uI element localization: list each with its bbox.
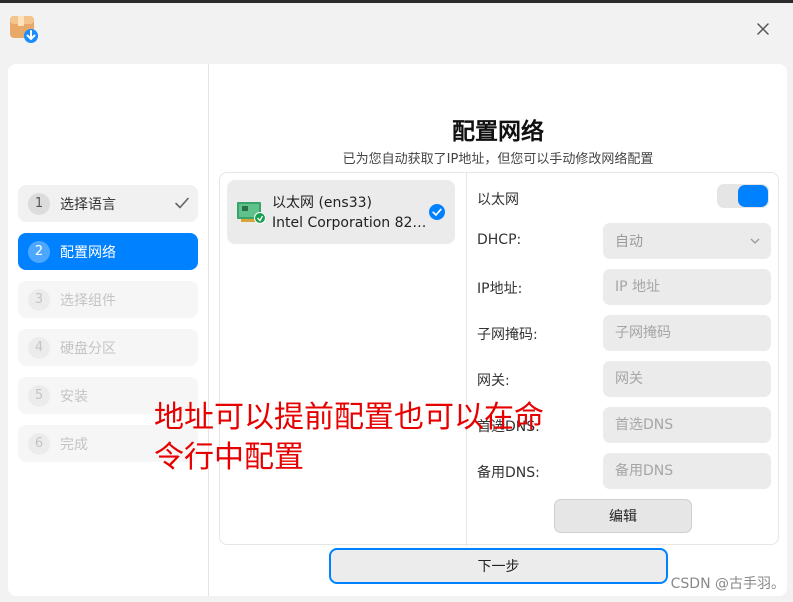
step-select-components[interactable]: 3 选择组件 bbox=[18, 281, 198, 318]
ip-label: IP地址: bbox=[477, 281, 523, 297]
close-icon[interactable] bbox=[749, 15, 777, 43]
step-label: 安装 bbox=[60, 388, 88, 405]
step-label: 选择组件 bbox=[60, 292, 116, 309]
window-top-border bbox=[0, 0, 793, 3]
red-annotation-text: 地址可以提前配置也可以在命 令行中配置 bbox=[154, 398, 604, 478]
dhcp-value: 自动 bbox=[615, 234, 643, 250]
interface-description: Intel Corporation 82545EM Gigabit Ethern… bbox=[272, 215, 427, 231]
selected-check-icon bbox=[429, 204, 445, 220]
ip-address-input[interactable] bbox=[603, 269, 771, 305]
interface-name: 以太网 (ens33) bbox=[272, 195, 372, 211]
step-number: 1 bbox=[28, 192, 50, 215]
step-number: 3 bbox=[28, 288, 50, 311]
step-number: 5 bbox=[28, 384, 50, 407]
csdn-watermark: CSDN @古手羽。 bbox=[670, 573, 785, 593]
subnet-mask-input[interactable] bbox=[603, 315, 771, 351]
ethernet-toggle[interactable] bbox=[717, 184, 769, 208]
page-title: 配置网络 bbox=[452, 119, 544, 145]
page-subtitle: 已为您自动获取了IP地址，但您可以手动修改网络配置 bbox=[342, 152, 654, 167]
step-configure-network[interactable]: 2 配置网络 bbox=[18, 233, 198, 270]
gateway-input[interactable] bbox=[603, 361, 771, 397]
dhcp-select[interactable]: 自动 bbox=[603, 223, 771, 259]
step-select-language[interactable]: 1 选择语言 bbox=[18, 185, 198, 222]
network-card-icon bbox=[237, 202, 266, 224]
installer-package-icon bbox=[10, 16, 38, 43]
step-label: 配置网络 bbox=[60, 244, 116, 261]
annotation-line-1: 地址可以提前配置也可以在命 bbox=[154, 400, 544, 435]
panel-divider bbox=[466, 173, 467, 546]
step-number: 4 bbox=[28, 336, 50, 359]
installer-card: 1 选择语言 2 配置网络 3 选择组件 4 硬盘分区 5 安装 6 完成 配置… bbox=[8, 64, 787, 596]
step-number: 6 bbox=[28, 432, 50, 455]
steps-sidebar: 1 选择语言 2 配置网络 3 选择组件 4 硬盘分区 5 安装 6 完成 bbox=[8, 64, 209, 596]
step-label: 硬盘分区 bbox=[60, 340, 116, 357]
next-step-button[interactable]: 下一步 bbox=[329, 548, 668, 584]
checkmark-icon bbox=[175, 197, 189, 209]
step-number: 2 bbox=[28, 240, 50, 263]
chevron-down-icon bbox=[750, 238, 760, 244]
ethernet-label: 以太网 bbox=[477, 192, 519, 208]
toggle-knob bbox=[738, 185, 768, 207]
step-label: 选择语言 bbox=[60, 196, 116, 213]
subnet-mask-label: 子网掩码: bbox=[477, 327, 538, 343]
step-label: 完成 bbox=[60, 436, 88, 453]
edit-button[interactable]: 编辑 bbox=[554, 499, 692, 533]
backup-dns-input[interactable] bbox=[603, 453, 771, 489]
network-interface-item[interactable]: 以太网 (ens33) Intel Corporation 82545EM Gi… bbox=[227, 180, 455, 244]
gateway-label: 网关: bbox=[477, 373, 510, 389]
network-config-panel: 以太网 (ens33) Intel Corporation 82545EM Gi… bbox=[219, 172, 779, 546]
dhcp-label: DHCP: bbox=[477, 232, 522, 248]
primary-dns-input[interactable] bbox=[603, 407, 771, 443]
annotation-line-2: 令行中配置 bbox=[154, 440, 304, 475]
step-disk-partition[interactable]: 4 硬盘分区 bbox=[18, 329, 198, 366]
